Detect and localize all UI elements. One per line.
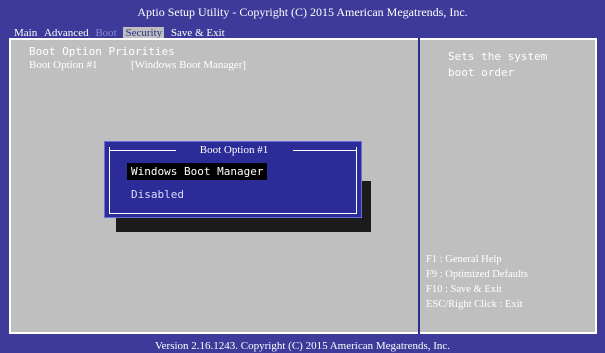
boot-option-popup: Boot Option #1 Windows Boot Manager Disa… xyxy=(104,141,362,218)
help-pane: Sets the system boot order F1 : General … xyxy=(420,40,595,332)
section-title: Boot Option Priorities xyxy=(29,45,175,58)
key-defaults: F9 : Optimized Defaults xyxy=(426,269,528,280)
key-save-exit: F10 : Save & Exit xyxy=(426,284,502,295)
help-text-line-1: Sets the system xyxy=(448,50,548,63)
popup-option-disabled[interactable]: Disabled xyxy=(127,186,188,203)
popup-border xyxy=(109,147,357,214)
popup-border-top-left xyxy=(109,150,176,151)
popup-title: Boot Option #1 xyxy=(199,144,269,156)
footer-version: Version 2.16.1243. Copyright (C) 2015 Am… xyxy=(154,340,451,352)
boot-option-1-label[interactable]: Boot Option #1 xyxy=(29,59,97,71)
popup-border-top-right xyxy=(293,150,357,151)
key-exit: ESC/Right Click : Exit xyxy=(426,299,523,310)
help-text-line-2: boot order xyxy=(448,66,515,79)
window-title: Aptio Setup Utility - Copyright (C) 2015… xyxy=(137,5,468,19)
popup-option-windows-boot-manager[interactable]: Windows Boot Manager xyxy=(127,163,268,180)
key-legend: F1 : General Help F9 : Optimized Default… xyxy=(426,252,528,312)
boot-option-1-value[interactable]: [Windows Boot Manager] xyxy=(131,59,246,71)
key-help: F1 : General Help xyxy=(426,254,502,265)
